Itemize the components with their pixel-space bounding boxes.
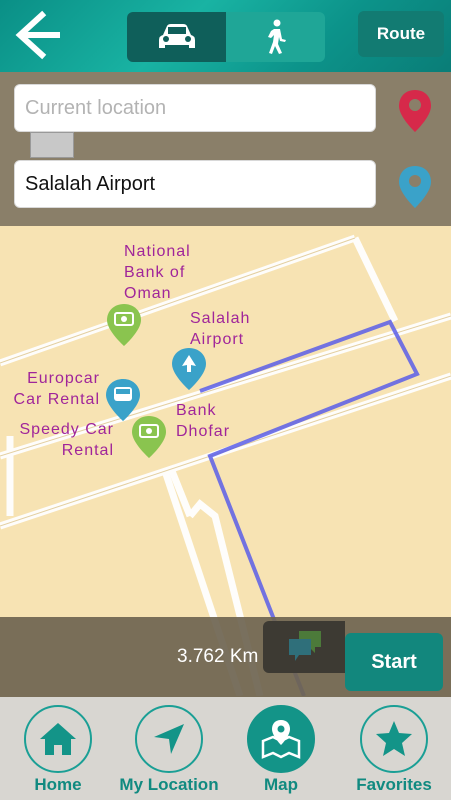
destination-pin-icon[interactable] [396, 164, 434, 210]
tab-label-map: Map [264, 775, 298, 794]
tab-home[interactable]: Home [2, 697, 114, 800]
star-icon [376, 721, 412, 756]
drive-mode-button[interactable] [127, 12, 226, 62]
airport-icon[interactable] [170, 346, 208, 392]
destination-input[interactable]: Salalah Airport [14, 160, 376, 208]
origin-input[interactable]: Current location [14, 84, 376, 132]
walk-icon [267, 19, 286, 54]
home-tab-circle [24, 705, 92, 773]
top-bar: Route [0, 0, 451, 72]
favorites-tab-circle [360, 705, 428, 773]
chat-bubbles-icon [289, 631, 321, 661]
map-fragment [30, 132, 74, 158]
directions-list-button[interactable] [263, 621, 345, 673]
bottom-tab-bar: Home My Location Map Favorites [0, 697, 451, 800]
home-icon [40, 723, 76, 755]
tab-map[interactable]: Map [225, 697, 337, 800]
poi-label-europcar: Europcar Car Rental [13, 370, 100, 408]
route-button[interactable]: Route [358, 11, 444, 57]
map-tab-circle [247, 705, 315, 773]
poi-label-salalah-airport: Salalah Airport [190, 310, 251, 348]
back-button[interactable] [8, 8, 62, 62]
poi-label-speedy-car: Speedy Car Rental [19, 421, 114, 459]
poi-label-bank-dhofar: Bank Dhofar [176, 402, 231, 440]
route-distance: 3.762 Km [177, 646, 259, 667]
back-arrow-icon [15, 10, 60, 60]
poi-label-national-bank: National Bank of Oman [124, 243, 191, 302]
bank-icon[interactable] [130, 414, 168, 460]
tab-label-my-location: My Location [119, 775, 219, 794]
map-icon [261, 720, 301, 759]
tab-label-home: Home [34, 775, 82, 794]
walk-mode-button[interactable] [226, 12, 325, 62]
start-navigation-button[interactable]: Start [345, 633, 443, 691]
tab-label-favorites: Favorites [356, 775, 432, 794]
location-arrow-icon [154, 724, 184, 754]
travel-mode-toggle [127, 12, 325, 62]
car-icon [158, 24, 195, 48]
tab-my-location[interactable]: My Location [113, 697, 225, 800]
origin-pin-icon[interactable] [396, 88, 434, 134]
bank-icon[interactable] [105, 302, 143, 348]
tab-favorites[interactable]: Favorites [337, 697, 451, 800]
my-location-tab-circle [135, 705, 203, 773]
